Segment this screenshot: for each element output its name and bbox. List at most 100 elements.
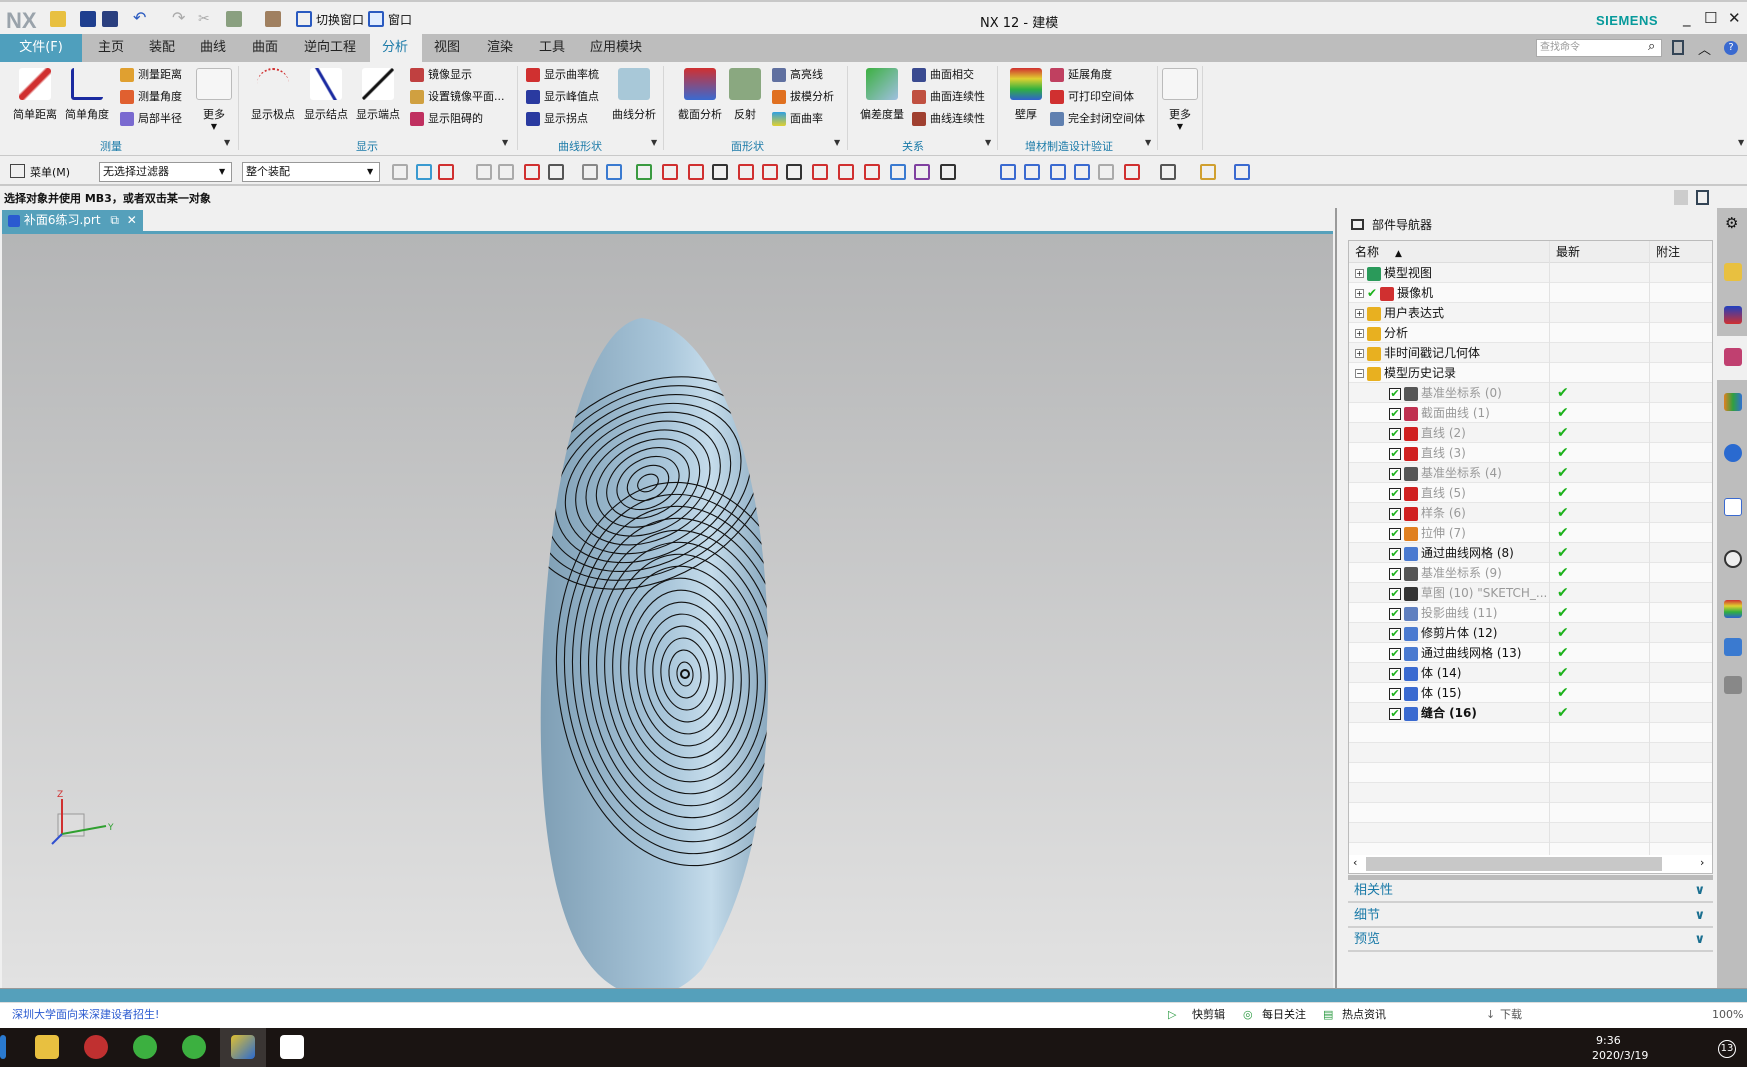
visibility-checkbox[interactable]: ✔	[1389, 487, 1401, 500]
selection-tool-icon[interactable]	[890, 164, 906, 180]
face-curvature-button[interactable]: 面曲率	[772, 110, 823, 130]
feature-row[interactable]: ✔ 通过曲线网格 (13) ✔	[1349, 643, 1712, 663]
feature-row[interactable]: ✔ 草图 (10) "SKETCH_... ✔	[1349, 583, 1712, 603]
tree-node[interactable]: + ✔ 摄像机	[1349, 283, 1712, 303]
selection-tool-icon[interactable]	[548, 164, 564, 180]
switch-window-icon[interactable]	[296, 11, 312, 27]
settings-icon[interactable]: ⚙	[1725, 214, 1738, 232]
feature-row[interactable]: ✔ 截面曲线 (1) ✔	[1349, 403, 1712, 423]
tab-application[interactable]: 应用模块	[578, 34, 654, 62]
feature-row[interactable]: ✔ 体 (15) ✔	[1349, 683, 1712, 703]
window-menu[interactable]: 窗口	[388, 11, 412, 28]
maximize-button[interactable]: ☐	[1704, 9, 1717, 27]
ribbon-options-icon[interactable]: ▼	[1738, 138, 1744, 147]
inflection-button[interactable]: 显示拐点	[526, 110, 588, 130]
menu-button[interactable]: 菜单(M)	[30, 164, 70, 180]
group-expand-icon[interactable]: ▼	[651, 138, 657, 147]
tab-surface[interactable]: 曲面	[240, 34, 290, 62]
chevron-down-icon[interactable]: ▼	[367, 167, 373, 176]
selection-tool-icon[interactable]	[498, 164, 514, 180]
expand-icon[interactable]: +	[1355, 309, 1364, 318]
news-ticker-link[interactable]: 深圳大学面向来深建设者招生!	[12, 1003, 159, 1027]
surface-body[interactable]	[486, 318, 830, 997]
selection-tool-icon[interactable]	[524, 164, 540, 180]
expand-icon[interactable]: +	[1355, 269, 1364, 278]
clock-date[interactable]: 2020/3/19	[1592, 1049, 1648, 1062]
column-header-note[interactable]: 附注	[1649, 241, 1712, 263]
tab-render[interactable]: 渲染	[475, 34, 525, 62]
navigator-tree[interactable]: 名称 ▲ 最新 附注 + 模型视图 + ✔ 摄像机 + 用户表达式 + 分析 + 非时间戳记几何体 − 模…	[1348, 240, 1713, 874]
tree-node[interactable]: − 模型历史记录	[1349, 363, 1712, 383]
tab-assembly[interactable]: 装配	[137, 34, 187, 62]
show-endpoints-button[interactable]: 显示端点	[350, 66, 406, 122]
undo-icon[interactable]: ↶	[133, 8, 149, 27]
reflection-button[interactable]: 反射	[720, 66, 770, 122]
highlight-lines-button[interactable]: 高亮线	[772, 66, 823, 86]
selection-tool-icon[interactable]	[1000, 164, 1016, 180]
show-obstructing-button[interactable]: 显示阻碍的	[410, 110, 483, 130]
selection-tool-icon[interactable]	[1160, 164, 1176, 180]
selection-tool-icon[interactable]	[582, 164, 598, 180]
show-knots-button[interactable]: 显示结点	[298, 66, 354, 122]
simple-distance-button[interactable]: 简单距离	[8, 66, 62, 122]
selection-tool-icon[interactable]	[688, 164, 704, 180]
feature-row[interactable]: ✔ 拉伸 (7) ✔	[1349, 523, 1712, 543]
measure-angle-button[interactable]: 测量角度	[120, 88, 182, 108]
curvature-comb-button[interactable]: 显示曲率梳	[526, 66, 599, 86]
selection-tool-icon[interactable]	[940, 164, 956, 180]
selection-tool-icon[interactable]	[1050, 164, 1066, 180]
tab-reverse-engineering[interactable]: 逆向工程	[292, 34, 368, 62]
visibility-checkbox[interactable]: ✔	[1389, 627, 1401, 640]
selection-tool-icon[interactable]	[662, 164, 678, 180]
quick-clip-link[interactable]: 快剪辑	[1192, 1003, 1225, 1027]
curve-continuity-button[interactable]: 曲线连续性	[912, 110, 985, 130]
wall-thickness-button[interactable]: 壁厚	[1000, 66, 1052, 122]
set-mirror-plane-button[interactable]: 设置镜像平面...	[410, 88, 505, 108]
wechat-icon[interactable]	[133, 1035, 157, 1059]
search-icon[interactable]: ⌕	[1648, 39, 1655, 54]
feature-row[interactable]: ✔ 体 (14) ✔	[1349, 663, 1712, 683]
group-expand-icon[interactable]: ▼	[985, 138, 991, 147]
detach-icon[interactable]: ⧉	[110, 213, 119, 227]
tree-node[interactable]: + 分析	[1349, 323, 1712, 343]
collapse-ribbon-icon[interactable]: ︿	[1698, 39, 1711, 58]
process-studio-icon[interactable]	[1724, 638, 1742, 656]
selection-tool-icon[interactable]	[1074, 164, 1090, 180]
feature-row[interactable]: ✔ 投影曲线 (11) ✔	[1349, 603, 1712, 623]
assembly-navigator-icon[interactable]	[1724, 263, 1742, 281]
save-icon[interactable]	[80, 11, 96, 27]
feature-row[interactable]: ✔ 直线 (3) ✔	[1349, 443, 1712, 463]
tab-analysis[interactable]: 分析	[370, 34, 422, 62]
scroll-left-icon[interactable]: ‹	[1353, 856, 1357, 869]
selection-tool-icon[interactable]	[1234, 164, 1250, 180]
tab-home[interactable]: 主页	[86, 34, 136, 62]
show-poles-button[interactable]: 显示极点	[245, 66, 301, 122]
visualization-icon[interactable]	[1724, 600, 1742, 618]
window-icon[interactable]	[368, 11, 384, 27]
info-icon[interactable]	[1724, 444, 1742, 462]
clock-time[interactable]: 9:36	[1596, 1034, 1621, 1047]
feature-row[interactable]: ✔ 直线 (2) ✔	[1349, 423, 1712, 443]
zoom-level[interactable]: 100%	[1712, 1003, 1743, 1027]
expand-icon[interactable]: +	[1355, 349, 1364, 358]
tab-view[interactable]: 视图	[422, 34, 472, 62]
visibility-checkbox[interactable]: ✔	[1389, 507, 1401, 520]
selection-tool-icon[interactable]	[1098, 164, 1114, 180]
simple-angle-button[interactable]: 简单角度	[60, 66, 114, 122]
browser-icon[interactable]	[182, 1035, 206, 1059]
selection-tool-icon[interactable]	[812, 164, 828, 180]
web-browser-icon[interactable]	[1724, 498, 1742, 516]
feature-row[interactable]: ✔ 基准坐标系 (9) ✔	[1349, 563, 1712, 583]
expand-icon[interactable]: +	[1355, 329, 1364, 338]
visibility-checkbox[interactable]: ✔	[1389, 447, 1401, 460]
selection-tool-icon[interactable]	[438, 164, 454, 180]
paste-icon[interactable]	[226, 11, 242, 27]
draft-analysis-button[interactable]: 拔模分析	[772, 88, 834, 108]
tab-curve[interactable]: 曲线	[188, 34, 238, 62]
ribbon-display-icon[interactable]	[1672, 40, 1684, 55]
selection-tool-icon[interactable]	[476, 164, 492, 180]
app-icon[interactable]	[84, 1035, 108, 1059]
expand-icon[interactable]: +	[1355, 289, 1364, 298]
feature-row[interactable]: ✔ 基准坐标系 (0) ✔	[1349, 383, 1712, 403]
repeat-command-icon[interactable]	[265, 11, 281, 27]
